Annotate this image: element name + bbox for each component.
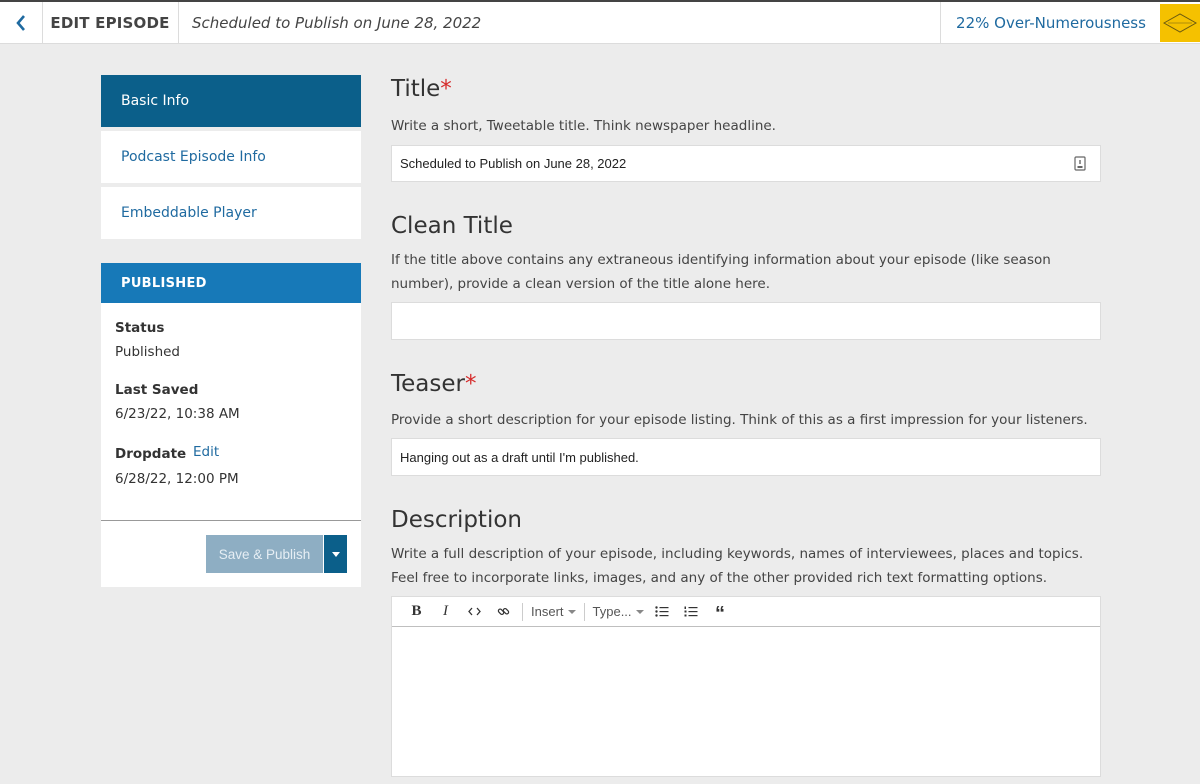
required-mark: * [440,76,452,102]
teaser-help-text: Provide a short description for your epi… [391,412,1088,428]
character-count-icon[interactable] [1074,156,1086,171]
link-button[interactable] [489,601,518,623]
insert-dropdown[interactable]: Insert [527,604,580,619]
last-saved-value: 6/23/22, 10:38 AM [115,406,240,422]
code-button[interactable] [460,601,489,623]
edit-episode-label: EDIT EPISODE [42,2,179,44]
type-label: Type... [592,604,632,619]
blockquote-button[interactable]: “ [706,598,735,626]
nav-label: Podcast Episode Info [121,149,266,165]
status-value: Published [115,344,180,360]
series-logo[interactable] [1160,4,1200,42]
clean-title-help-text: If the title above contains any extraneo… [391,252,1051,292]
series-link[interactable]: 22% Over-Numerousness [940,2,1161,44]
title-input[interactable]: Scheduled to Publish on June 28, 2022 [391,145,1101,182]
dropdate-value: 6/28/22, 12:00 PM [115,471,239,487]
dropdate-label: Dropdate [115,446,187,462]
insert-label: Insert [531,604,564,619]
description-editor-body[interactable] [392,627,1100,777]
last-saved-label: Last Saved [115,382,199,398]
type-dropdown[interactable]: Type... [589,604,648,619]
series-logo-icon [1162,13,1198,33]
top-bar: EDIT EPISODE Scheduled to Publish on Jun… [0,0,1200,44]
nav-podcast-episode-info[interactable]: Podcast Episode Info [101,131,361,183]
teaser-label: Teaser [391,371,465,397]
description-heading: Description [391,507,522,533]
description-label: Description [391,507,522,533]
clean-title-input[interactable] [391,302,1101,340]
title-help-text: Write a short, Tweetable title. Think ne… [391,118,776,134]
numbered-list-button[interactable] [677,601,706,623]
publish-options-dropdown[interactable] [324,535,347,573]
nav-label: Basic Info [121,93,190,109]
description-editor: B I Insert Type... “ [391,596,1101,777]
description-help-text: Write a full description of your episode… [391,546,1084,586]
teaser-input[interactable]: Hanging out as a draft until I'm publish… [391,438,1101,476]
bold-button[interactable]: B [402,601,431,623]
divider [101,520,361,521]
chevron-left-icon [16,15,25,31]
caret-down-icon [331,551,340,557]
nav-basic-info[interactable]: Basic Info [101,75,361,127]
italic-button[interactable]: I [431,601,460,623]
status-label: Status [115,320,165,336]
save-publish-button[interactable]: Save & Publish [206,535,323,573]
nav-label: Embeddable Player [121,205,257,221]
page-subtitle: Scheduled to Publish on June 28, 2022 [192,14,482,32]
title-heading: Title* [391,76,452,102]
link-icon [497,607,510,616]
bulleted-list-button[interactable] [648,601,677,623]
teaser-heading: Teaser* [391,371,476,397]
clean-title-label: Clean Title [391,213,513,239]
title-input-value: Scheduled to Publish on June 28, 2022 [400,156,627,171]
editor-toolbar: B I Insert Type... “ [392,597,1100,627]
back-button[interactable] [0,2,43,44]
caret-down-icon [635,609,644,614]
caret-down-icon [567,609,576,614]
status-panel-header: PUBLISHED [101,263,361,303]
dropdate-edit-link[interactable]: Edit [193,444,219,460]
status-panel: PUBLISHED Status Published Last Saved 6/… [101,263,361,587]
bulleted-list-icon [655,606,669,617]
nav-embeddable-player[interactable]: Embeddable Player [101,187,361,239]
numbered-list-icon [684,606,698,617]
toolbar-separator [583,602,585,621]
clean-title-heading: Clean Title [391,213,513,239]
title-label: Title [391,76,441,102]
code-icon [468,607,481,616]
required-mark: * [464,371,477,397]
toolbar-separator [522,602,523,621]
teaser-input-value: Hanging out as a draft until I'm publish… [400,449,639,465]
